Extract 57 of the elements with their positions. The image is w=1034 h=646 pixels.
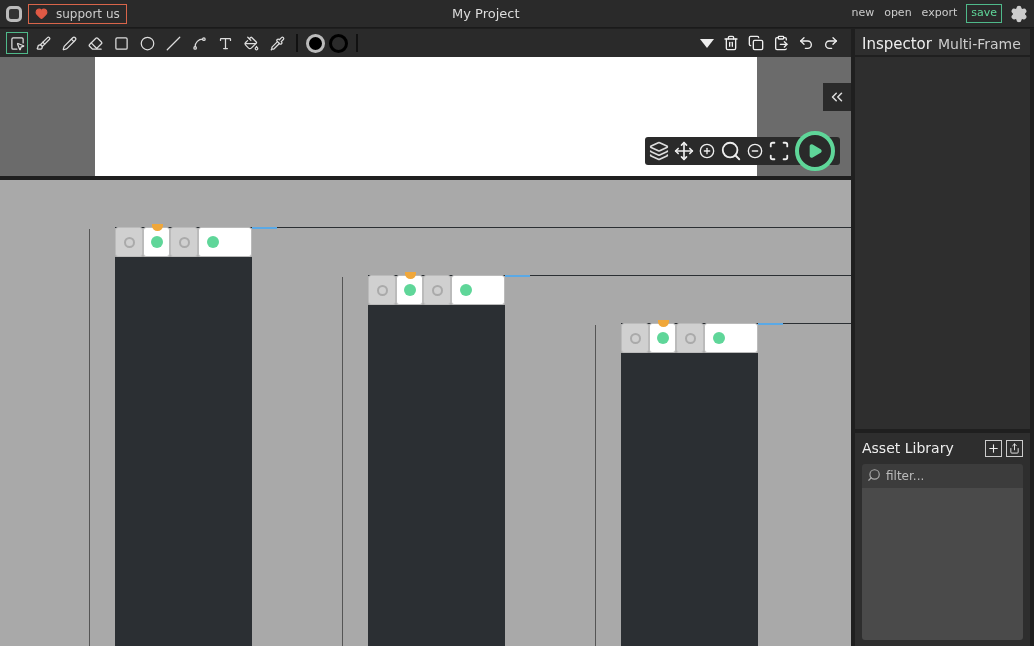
inspector-subtitle: Multi-Frame: [937, 35, 1021, 54]
filter-field[interactable]: filter...: [862, 464, 1023, 488]
move-icon[interactable]: [674, 141, 694, 161]
save-button[interactable]: save: [966, 4, 1002, 23]
empty-keyframe-icon: [629, 332, 641, 344]
plus-icon: [987, 441, 1000, 455]
play-button[interactable]: [795, 131, 835, 171]
empty-keyframe-icon: [376, 284, 388, 296]
support-button[interactable]: support us: [28, 3, 127, 24]
text-icon: [217, 35, 233, 51]
path-icon: [191, 35, 207, 51]
asset-library-title: Asset Library: [862, 438, 954, 458]
trash-icon[interactable]: [723, 35, 739, 51]
cursor-tool-button[interactable]: [6, 32, 28, 54]
empty-keyframe-icon: [684, 332, 696, 344]
eraser-icon: [87, 35, 103, 51]
zoom-out-icon[interactable]: [747, 143, 763, 159]
settings-icon[interactable]: [1010, 4, 1028, 23]
paint-bucket-icon: [243, 35, 259, 51]
stage-canvas[interactable]: [95, 57, 757, 176]
project-title: My Project: [452, 4, 520, 23]
line-icon: [165, 35, 181, 51]
app-logo-icon: [6, 5, 22, 22]
fill-color-swatch[interactable]: [306, 33, 325, 53]
playhead-line: [252, 227, 277, 229]
zoom-icon[interactable]: [720, 140, 742, 162]
empty-keyframe-icon: [178, 236, 190, 248]
menu-button[interactable]: export: [920, 5, 959, 22]
onion-skin-icon[interactable]: [649, 141, 669, 161]
fit-screen-icon[interactable]: [768, 140, 790, 162]
playhead-line: [505, 275, 530, 277]
menu-button[interactable]: open: [883, 5, 913, 22]
redo-icon[interactable]: [823, 35, 839, 51]
pencil-icon: [61, 35, 77, 51]
play-icon: [807, 143, 823, 159]
empty-keyframe-icon: [123, 236, 135, 248]
stroke-color-swatch[interactable]: [329, 33, 348, 53]
add-asset-button[interactable]: [985, 439, 1002, 457]
cursor-icon: [9, 35, 25, 51]
undo-icon[interactable]: [798, 35, 814, 51]
heart-icon: [35, 7, 48, 20]
square-icon: [113, 35, 129, 51]
inspector-title: Inspector: [862, 34, 932, 55]
brush-icon: [35, 35, 51, 51]
paste-icon[interactable]: [773, 35, 789, 51]
collapse-button[interactable]: [823, 83, 851, 111]
copy-icon[interactable]: [748, 35, 764, 51]
playhead-line: [758, 323, 783, 325]
share-icon: [1009, 442, 1020, 454]
eyedropper-icon: [269, 35, 285, 51]
zoom-in-icon[interactable]: [699, 143, 715, 159]
empty-keyframe-icon: [431, 284, 443, 296]
dropdown-caret-icon[interactable]: [700, 38, 714, 48]
circle-icon: [139, 35, 155, 51]
search-icon: [867, 468, 881, 482]
share-button[interactable]: [1006, 439, 1023, 457]
menu-button[interactable]: new: [850, 5, 876, 22]
